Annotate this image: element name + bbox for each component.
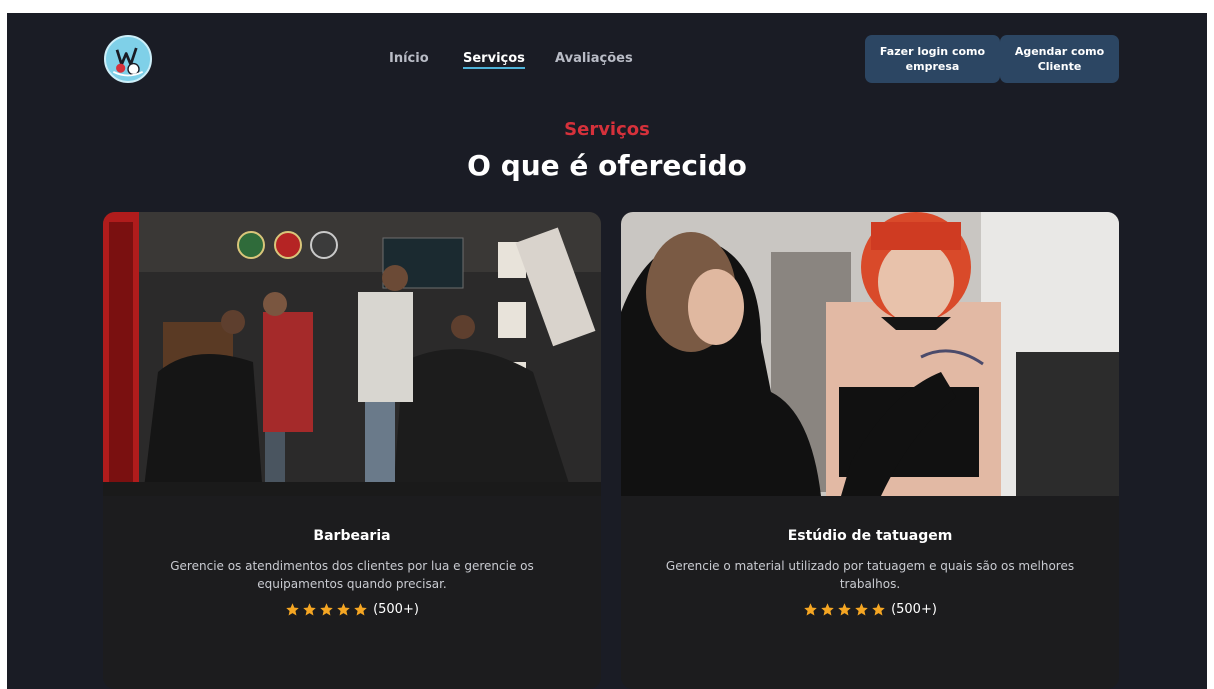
star-icon [354, 603, 367, 616]
service-rating: (500+) [621, 602, 1119, 617]
login-company-button[interactable]: Fazer login como empresa [865, 35, 1000, 83]
nav-link-servicos[interactable]: Serviços [463, 51, 525, 69]
star-icon [821, 603, 834, 616]
schedule-client-button[interactable]: Agendar como Cliente [1000, 35, 1119, 83]
section-title: O que é oferecido [467, 149, 747, 182]
nav-link-inicio[interactable]: Início [389, 51, 429, 66]
rating-count: (500+) [891, 602, 937, 617]
rating-count: (500+) [373, 602, 419, 617]
page-frame: Início Serviços Avaliações Fazer login c… [7, 13, 1207, 689]
star-icon [337, 603, 350, 616]
brand-logo-icon[interactable] [104, 35, 152, 83]
star-icon [855, 603, 868, 616]
service-description: Gerencie o material utilizado por tatuag… [665, 559, 1075, 591]
service-title: Barbearia [313, 528, 391, 544]
star-icon [804, 603, 817, 616]
service-rating: (500+) [103, 602, 601, 617]
service-description: Gerencie os atendimentos dos clientes po… [170, 559, 534, 591]
nav-link-avaliacoes[interactable]: Avaliações [555, 51, 633, 66]
star-icon [303, 603, 316, 616]
star-icon [872, 603, 885, 616]
star-icon [286, 603, 299, 616]
service-title: Estúdio de tatuagem [787, 528, 953, 544]
service-card-tattoo-studio[interactable]: Estúdio de tatuagem Gerencie o material … [621, 212, 1119, 689]
tattoo-studio-image [621, 212, 1119, 496]
service-card-barbershop[interactable]: Barbearia Gerencie os atendimentos dos c… [103, 212, 601, 689]
barbershop-image [103, 212, 601, 496]
section-eyebrow: Serviços [564, 119, 650, 140]
star-icon [320, 603, 333, 616]
star-icon [838, 603, 851, 616]
